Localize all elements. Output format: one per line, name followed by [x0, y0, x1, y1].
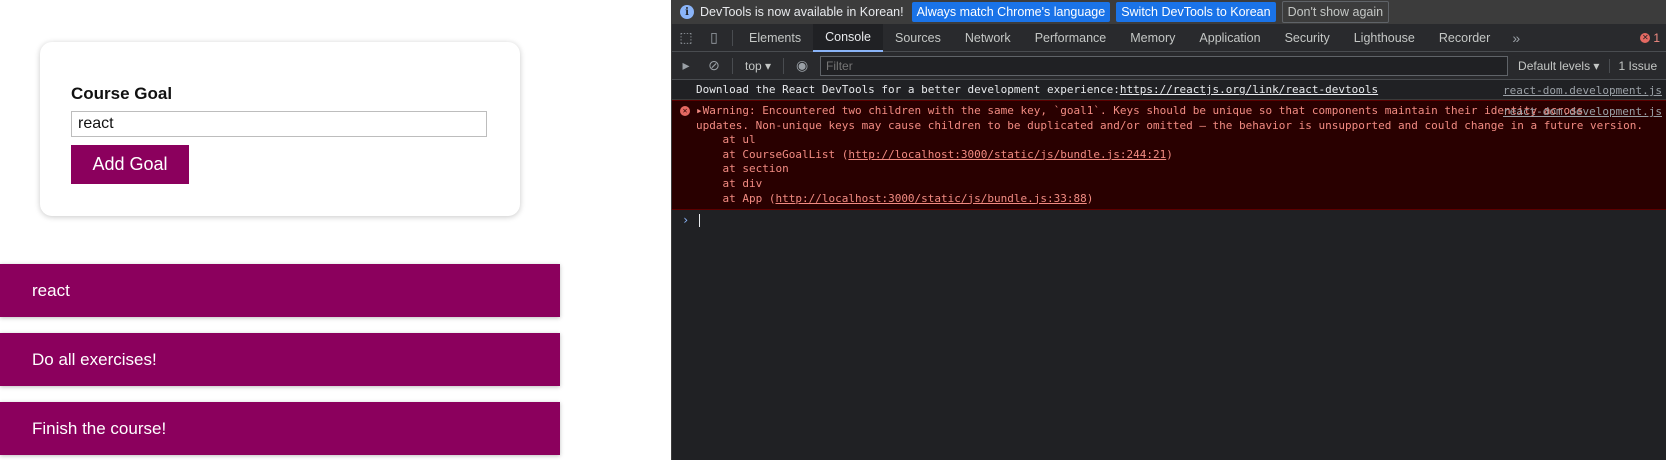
- error-count-badge[interactable]: ✕ 1: [1640, 31, 1666, 45]
- tab-elements[interactable]: Elements: [737, 24, 813, 52]
- toolbar-divider: [732, 29, 733, 46]
- console-toolbar: ▸ ⊘ top ▾ ◉ Default levels ▾ 1 Issue: [672, 52, 1666, 80]
- tab-security[interactable]: Security: [1273, 24, 1342, 52]
- infobar-message: DevTools is now available in Korean!: [700, 5, 904, 19]
- log-levels-dropdown[interactable]: Default levels ▾: [1508, 59, 1609, 73]
- console-error-message: ✕ react-dom.development.js ▸Warning: Enc…: [672, 100, 1666, 211]
- sidebar-toggle-icon[interactable]: ▸: [672, 52, 700, 80]
- stack-frame: at section: [696, 162, 789, 176]
- context-value: top: [745, 58, 762, 73]
- clear-console-icon[interactable]: ⊘: [700, 52, 728, 80]
- console-info-message: Download the React DevTools for a better…: [672, 80, 1666, 100]
- always-match-language-button[interactable]: Always match Chrome's language: [911, 2, 1111, 22]
- switch-to-korean-button[interactable]: Switch DevTools to Korean: [1116, 2, 1276, 22]
- tab-console[interactable]: Console: [813, 23, 883, 52]
- text-caret: [699, 213, 701, 227]
- devtools-tabbar: ⬚ ▯ Elements Console Sources Network Per…: [672, 23, 1666, 52]
- goal-form: Course Goal Add Goal: [40, 42, 520, 216]
- course-goal-label: Course Goal: [71, 84, 173, 103]
- goal-input[interactable]: [71, 111, 487, 137]
- goal-item[interactable]: Do all exercises!: [0, 333, 560, 386]
- console-output: Download the React DevTools for a better…: [672, 80, 1666, 230]
- stack-frame: at CourseGoalList (http://localhost:3000…: [696, 148, 1666, 163]
- goal-item[interactable]: Finish the course!: [0, 402, 560, 455]
- error-count: 1: [1653, 30, 1660, 45]
- goal-list: react Do all exercises! Finish the cours…: [0, 264, 560, 460]
- tab-recorder[interactable]: Recorder: [1427, 24, 1502, 52]
- bundle-link[interactable]: http://localhost:3000/static/js/bundle.j…: [848, 148, 1166, 161]
- stack-frame-text: at App (: [696, 191, 776, 205]
- bundle-link[interactable]: http://localhost:3000/static/js/bundle.j…: [775, 192, 1086, 205]
- issues-counter[interactable]: 1 Issue: [1609, 58, 1665, 73]
- context-select[interactable]: top ▾: [737, 59, 779, 73]
- console-filter-input[interactable]: [820, 55, 1509, 76]
- stack-frame: at App (http://localhost:3000/static/js/…: [696, 192, 1666, 207]
- goal-item[interactable]: react: [0, 264, 560, 317]
- stack-frame: at div: [696, 176, 763, 190]
- tab-network[interactable]: Network: [953, 24, 1023, 52]
- error-icon: ✕: [680, 106, 690, 116]
- tab-memory[interactable]: Memory: [1118, 24, 1187, 52]
- more-tabs-icon[interactable]: »: [1502, 30, 1530, 46]
- prompt-chevron-icon: ›: [682, 213, 690, 228]
- info-icon: i: [680, 5, 694, 19]
- stack-frame: at ul: [696, 133, 756, 147]
- toolbar-divider: [732, 57, 733, 74]
- tab-performance[interactable]: Performance: [1023, 24, 1119, 52]
- expand-triangle-icon[interactable]: ▸: [696, 104, 703, 117]
- info-message-text: Download the React DevTools for a better…: [696, 83, 1120, 96]
- close-paren: ): [1166, 147, 1173, 161]
- error-text: Warning: Encountered two children with t…: [702, 104, 1584, 117]
- tab-lighthouse[interactable]: Lighthouse: [1342, 24, 1427, 52]
- app-viewport: Course Goal Add Goal react Do all exerci…: [0, 0, 671, 460]
- tab-sources[interactable]: Sources: [883, 24, 953, 52]
- error-icon: ✕: [1640, 32, 1651, 43]
- live-expression-eye-icon[interactable]: ◉: [788, 52, 816, 80]
- tab-application[interactable]: Application: [1187, 24, 1272, 52]
- dont-show-again-button[interactable]: Don't show again: [1281, 1, 1390, 23]
- error-line: updates. Non-unique keys may cause child…: [696, 118, 1644, 132]
- language-infobar: i DevTools is now available in Korean! A…: [672, 0, 1666, 24]
- add-goal-button[interactable]: Add Goal: [71, 145, 189, 184]
- react-devtools-link[interactable]: https://reactjs.org/link/react-devtools: [1120, 83, 1378, 96]
- toolbar-divider: [783, 57, 785, 74]
- info-source-link[interactable]: react-dom.development.js: [1503, 84, 1662, 97]
- close-paren: ): [1086, 191, 1094, 205]
- log-levels-value: Default levels: [1518, 58, 1591, 73]
- stack-frame-text: at CourseGoalList (: [696, 147, 849, 161]
- devtools-panel: i DevTools is now available in Korean! A…: [671, 0, 1666, 460]
- console-prompt[interactable]: ›: [672, 210, 1666, 230]
- error-source-link[interactable]: react-dom.development.js: [1503, 105, 1662, 120]
- inspect-element-icon[interactable]: ⬚: [672, 24, 700, 52]
- device-toolbar-icon[interactable]: ▯: [700, 24, 728, 52]
